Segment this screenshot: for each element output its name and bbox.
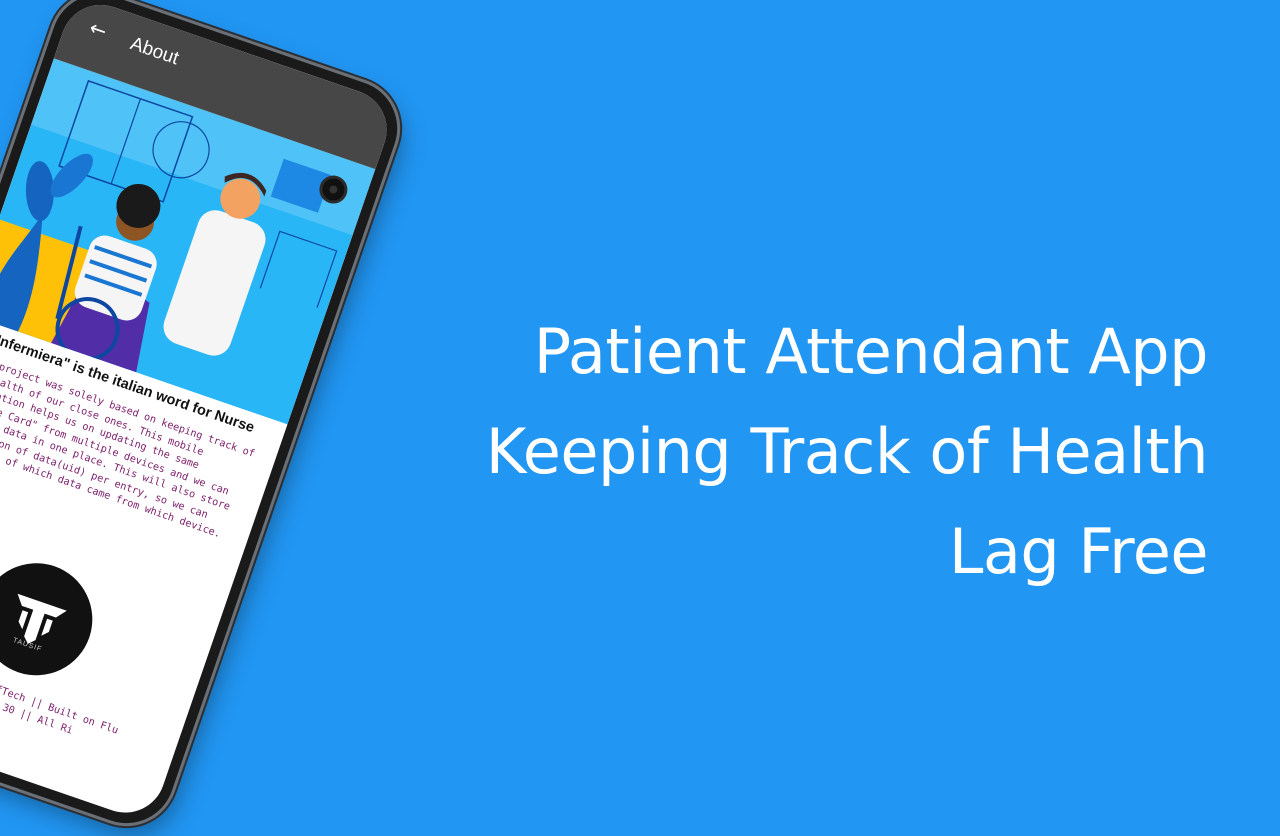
- headline-line-1: Patient Attendant App: [533, 315, 1209, 388]
- arrow-left-icon[interactable]: ←: [86, 15, 110, 43]
- headline-line-2: Keeping Track of Health: [485, 415, 1209, 488]
- phone-screen: ← About "Infermiera" is the italian word…: [0, 0, 398, 824]
- headline-line-3: Lag Free: [948, 515, 1209, 588]
- phone-mockup: ← About "Infermiera" is the italian word…: [0, 0, 411, 836]
- tausif-logo: TAUSIF: [0, 548, 108, 691]
- headline: Patient Attendant App Keeping Track of H…: [388, 302, 1209, 602]
- page-title: About: [127, 33, 182, 70]
